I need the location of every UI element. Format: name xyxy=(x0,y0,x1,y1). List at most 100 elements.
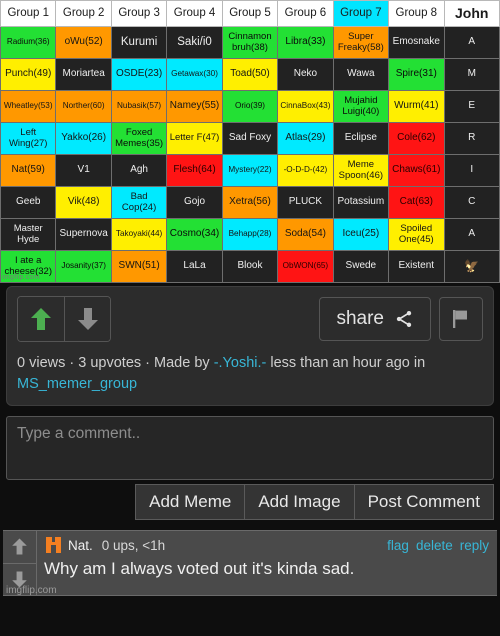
column-header-group-4: Group 4 xyxy=(166,0,223,27)
add-image-button[interactable]: Add Image xyxy=(245,484,355,521)
grid-cell: oWu(52) xyxy=(55,26,112,59)
upvote-count: 3 upvotes xyxy=(78,355,142,371)
grid-cell: Xetra(56) xyxy=(221,186,279,219)
grid-cell-label: Atlas(29) xyxy=(285,132,326,144)
author-link[interactable]: -.Yoshi.- xyxy=(214,355,267,371)
grid-cell-label: LaLa xyxy=(183,260,206,272)
grid-cell-label: Vik(48) xyxy=(67,196,100,208)
grid-cell: A xyxy=(443,218,500,251)
grid-cell-label: Existent xyxy=(398,260,435,272)
grid-cell-label: M xyxy=(467,68,476,80)
grid-cell: Swede xyxy=(332,250,390,283)
grid-cell: CinnaBox(43) xyxy=(277,90,334,123)
grid-cell: Wurm(41) xyxy=(388,90,445,123)
grid-cell-label: Cosmo(34) xyxy=(169,228,220,240)
comment-flag-link[interactable]: flag xyxy=(387,538,409,553)
grid-cell: OSDE(23) xyxy=(110,58,168,91)
column-header-group-8: Group 8 xyxy=(388,0,445,27)
grid-cell: E xyxy=(443,90,500,123)
grid-cell-label: Yakko(26) xyxy=(61,132,107,144)
grid-cell: Punch(49) xyxy=(0,58,57,91)
grid-cell-label: Josanity(37) xyxy=(61,261,106,271)
column-header-group-1: Group 1 xyxy=(0,0,57,27)
column-header-group-6: Group 6 xyxy=(277,0,334,27)
grid-cell: Existent xyxy=(388,250,445,283)
grid-cell: Iceu(25) xyxy=(332,218,390,251)
grid-cell: Atlas(29) xyxy=(277,122,334,155)
column-header-group-2: Group 2 xyxy=(55,0,112,27)
grid-cell: M xyxy=(443,58,500,91)
grid-cell: Toad(50) xyxy=(221,58,279,91)
comment-ups: 0 ups, <1h xyxy=(101,538,166,554)
table-header-row: Group 1 Group 2 Group 3 Group 4 Group 5 Group… xyxy=(0,0,500,27)
comment-body: Nat. 0 ups, <1h flag delete reply Why am… xyxy=(37,531,497,595)
grid-cell-label: ObWON(65) xyxy=(282,261,329,271)
grid-cell-label: Takoyaki(44) xyxy=(115,229,163,239)
grid-cell-label: Foxed Memes(35) xyxy=(115,126,164,149)
grid-cell: Bad Cop(24) xyxy=(110,186,168,219)
grid-cell-label: 🦅 xyxy=(464,258,480,273)
post-time: less than an hour ago in xyxy=(266,355,426,371)
avatar xyxy=(44,536,63,556)
table-row: Wheatley(53) Norther(60) Nubasik(57) Namey(… xyxy=(0,90,500,123)
grid-cell-label: C xyxy=(468,196,476,208)
grid-cell-label: Orio(39) xyxy=(234,101,265,111)
grid-cell-label: Sad Foxy xyxy=(228,132,272,144)
grid-cell-label: Eclipse xyxy=(344,132,377,144)
grid-cell-label: Libra(33) xyxy=(285,36,326,48)
flag-button[interactable] xyxy=(439,297,483,341)
grid-cell-label: E xyxy=(468,100,476,112)
post-comment-button[interactable]: Post Comment xyxy=(354,484,494,521)
groups-table: Group 1 Group 2 Group 3 Group 4 Group 5 Group… xyxy=(0,0,500,283)
comment-input[interactable] xyxy=(6,416,494,481)
grid-cell-label: Wheatley(53) xyxy=(3,101,53,111)
comment-author[interactable]: Nat. xyxy=(68,538,93,553)
upvote-button[interactable] xyxy=(18,297,64,341)
downvote-button[interactable] xyxy=(64,297,110,341)
grid-cell-label: A xyxy=(468,36,476,48)
grid-cell: Orio(39) xyxy=(221,90,279,123)
grid-cell: Gojo xyxy=(166,186,223,219)
comment-actions: flag delete reply xyxy=(387,538,489,553)
grid-cell: Mujahid Luigi(40) xyxy=(332,90,390,123)
grid-cell-label: Gojo xyxy=(183,196,206,208)
comment-buttons-row: Add Meme Add Image Post Comment xyxy=(6,484,494,521)
grid-cell-label: Geeb xyxy=(15,196,41,208)
grid-cell: Saki/i0 xyxy=(166,26,223,59)
post-actions-panel: share 0 views · 3 upvotes · Made by -.Yo… xyxy=(6,286,494,407)
grid-cell: -O-D-D-(42) xyxy=(277,154,334,187)
grid-cell-label: Agh xyxy=(130,164,148,176)
grid-cell: Wheatley(53) xyxy=(0,90,57,123)
grid-cell-label: Iceu(25) xyxy=(342,228,380,240)
grid-cell-label: Radium(36) xyxy=(6,37,50,47)
column-header-group-7: Group 7 xyxy=(332,0,390,27)
grid-cell-label: Punch(49) xyxy=(5,68,52,80)
grid-cell: Soda(54) xyxy=(277,218,334,251)
grid-cell-label: Moriartea xyxy=(62,68,105,80)
grid-cell-label: Swede xyxy=(345,260,377,272)
grid-cell-label: Cole(62) xyxy=(397,132,436,144)
tier-grid-container: Group 1 Group 2 Group 3 Group 4 Group 5 Group… xyxy=(0,0,500,283)
stream-link[interactable]: MS_memer_group xyxy=(17,376,137,392)
comment-header: Nat. 0 ups, <1h flag delete reply xyxy=(44,536,489,556)
add-meme-button[interactable]: Add Meme xyxy=(135,484,246,521)
meta-sep-1: · xyxy=(65,355,79,371)
grid-cell-label: Nubasik(57) xyxy=(117,101,162,111)
comment-reply-link[interactable]: reply xyxy=(460,538,489,553)
comment-upvote-button[interactable] xyxy=(3,531,36,563)
grid-cell: Sad Foxy xyxy=(221,122,279,155)
grid-cell-label: Bad Cop(24) xyxy=(121,190,157,213)
comment-delete-link[interactable]: delete xyxy=(416,538,453,553)
grid-cell: Mystery(22) xyxy=(221,154,279,187)
grid-cell-label: Neko xyxy=(293,68,318,80)
grid-cell: Yakko(26) xyxy=(55,122,112,155)
share-button[interactable]: share xyxy=(319,297,431,341)
grid-cell-label: Cat(63) xyxy=(399,196,433,208)
share-label: share xyxy=(336,308,384,329)
grid-cell-label: Saki/i0 xyxy=(177,36,212,49)
vote-button-group xyxy=(17,296,111,342)
grid-cell-label: Kurumi xyxy=(120,36,158,49)
grid-cell: Neko xyxy=(277,58,334,91)
table-row: Left Wing(27) Yakko(26) Foxed Memes(35) Let… xyxy=(0,122,500,155)
upvote-arrow-icon xyxy=(30,306,52,332)
